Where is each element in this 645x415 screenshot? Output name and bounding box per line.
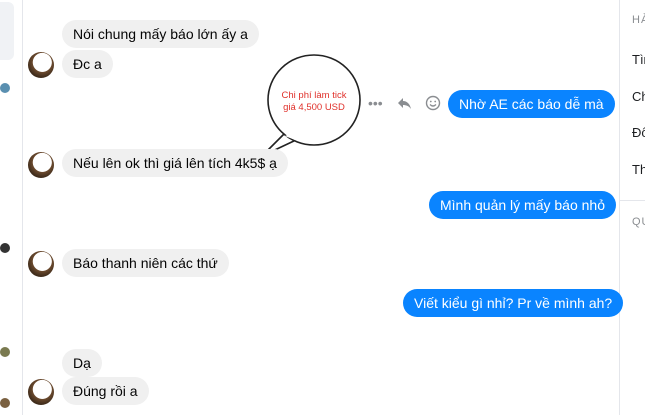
reply-icon[interactable]: [396, 96, 412, 110]
outgoing-message[interactable]: Mình quản lý mấy báo nhỏ: [429, 191, 616, 219]
sender-avatar[interactable]: [28, 379, 54, 405]
outgoing-message[interactable]: Nhờ AE các báo dễ mà: [448, 90, 615, 118]
annotation-line: giá 4,500 USD: [283, 102, 345, 113]
sender-avatar[interactable]: [28, 251, 54, 277]
incoming-message[interactable]: Dạ: [62, 349, 102, 377]
incoming-message[interactable]: Nói chung mấy báo lớn ấy a: [62, 20, 259, 48]
incoming-message[interactable]: Đc a: [62, 50, 113, 78]
sender-avatar[interactable]: [28, 52, 54, 78]
annotation-text: Chi phí làm tick giá 4,500 USD: [268, 90, 360, 114]
incoming-message[interactable]: Nếu lên ok thì giá lên tích 4k5$ ạ: [62, 149, 288, 177]
sender-avatar[interactable]: [28, 152, 54, 178]
outgoing-message[interactable]: Viết kiểu gì nhỉ? Pr về mình ah?: [403, 289, 624, 317]
incoming-message[interactable]: Đúng rồi a: [62, 377, 149, 405]
smiley-icon[interactable]: [425, 95, 441, 111]
annotation-line: Chi phí làm tick: [281, 90, 347, 101]
incoming-message[interactable]: Báo thanh niên các thứ: [62, 249, 229, 277]
more-horizontal-icon[interactable]: •••: [368, 89, 383, 117]
